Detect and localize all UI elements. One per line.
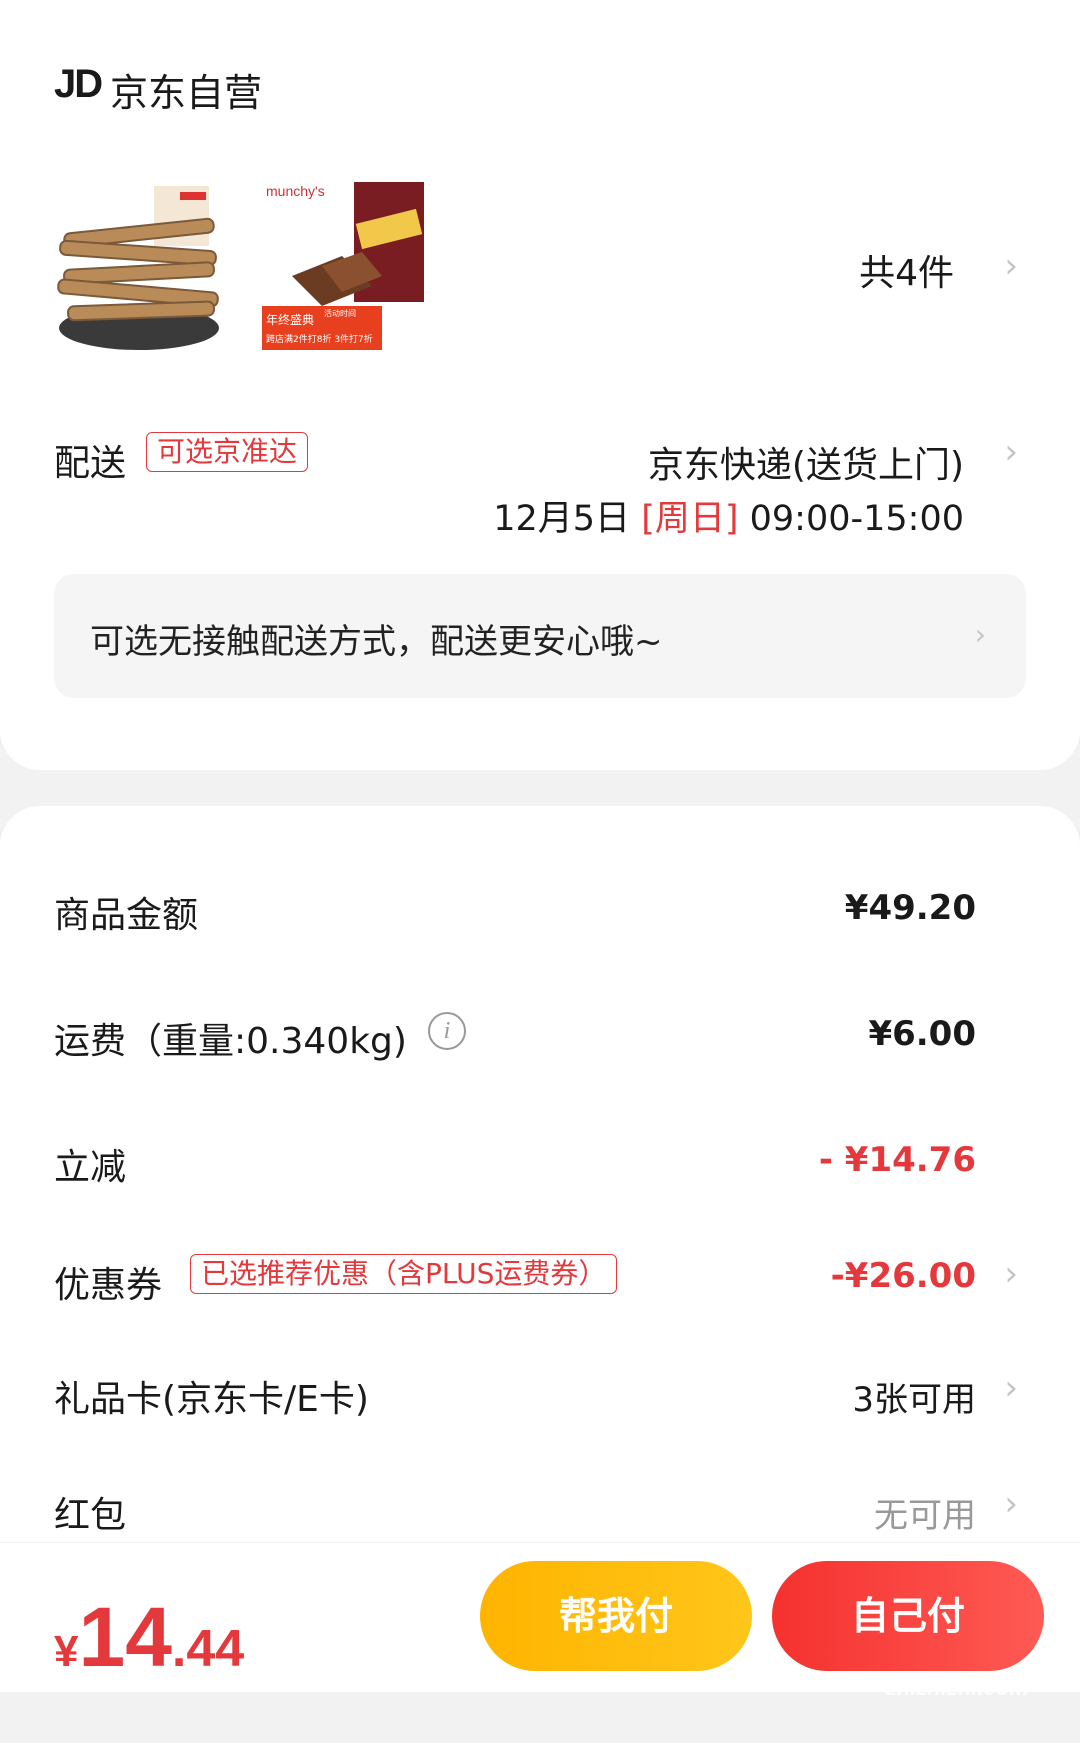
giftcard-value[interactable]: 3张可用 (852, 1372, 976, 1421)
coupon-label: 优惠券 (54, 1265, 163, 1306)
self-pay-button[interactable]: 自己付 zhizhizhi.com (772, 1561, 1044, 1700)
coupon-value[interactable]: -¥26.00 (831, 1256, 976, 1296)
price-summary-card: 商品金额 ¥49.20 运费（重量:0.340kg) i ¥6.00 立减 - … (0, 806, 1080, 1566)
promo-line1: 年终盛典 (266, 312, 314, 327)
redpacket-label: 红包 (54, 1495, 127, 1536)
discount-value: - ¥14.76 (818, 1140, 976, 1180)
price-decimal: .44 (171, 1620, 245, 1678)
freight-value: ¥6.00 (868, 1014, 976, 1054)
giftcard-label: 礼品卡(京东卡/E卡) (54, 1379, 369, 1420)
chevron-right-icon[interactable]: › (1004, 432, 1018, 472)
price-integer: 14 (78, 1590, 172, 1684)
contactless-delivery-notice[interactable]: 可选无接触配送方式，配送更安心哦~ › (54, 574, 1026, 698)
delivery-time[interactable]: 12月5日 [周日] 09:00-15:00 (493, 490, 964, 541)
delivery-hours: 09:00-15:00 (749, 499, 964, 539)
store-name: 京东自营 (110, 71, 263, 115)
delivery-date: 12月5日 (493, 499, 631, 539)
discount-label: 立减 (54, 1147, 127, 1188)
info-icon[interactable]: i (428, 1012, 466, 1050)
item-count[interactable]: 共4件 (859, 244, 954, 296)
goods-amount-value: ¥49.20 (844, 888, 976, 928)
coupon-tag[interactable]: 已选推荐优惠（含PLUS运费券） (190, 1254, 618, 1294)
shipping-method[interactable]: 京东快递(送货上门) (648, 436, 964, 488)
chevron-right-icon[interactable]: › (1004, 246, 1018, 286)
product-thumbnail-1[interactable] (54, 176, 224, 356)
jd-logo: JD (54, 62, 103, 106)
self-pay-label: 自己付 (850, 1594, 965, 1638)
chevron-right-icon[interactable]: › (1004, 1484, 1018, 1524)
delivery-label: 配送 (54, 443, 127, 484)
currency-symbol: ¥ (54, 1627, 79, 1676)
goods-amount-label: 商品金额 (54, 895, 199, 936)
chevron-right-icon: › (974, 618, 986, 651)
promo-line3: 跨店满2件打8折 3件打7折 (266, 333, 373, 345)
watermark: zhizhizhi.com (885, 1675, 1028, 1700)
chevron-right-icon[interactable]: › (1004, 1368, 1018, 1408)
chevron-right-icon[interactable]: › (1004, 1254, 1018, 1294)
promo-line2: 活动时间 (324, 308, 356, 318)
product-thumbnail-2[interactable]: munchy's 年终盛典 活动时间 跨店满2件打8折 3件打7折 (262, 176, 432, 356)
store-card: JD 京东自营 munchy's 年终盛典 活动时间 跨店满2件打8折 3件打7… (0, 0, 1080, 770)
total-price: ¥14.44 (54, 1595, 244, 1679)
redpacket-value[interactable]: 无可用 (874, 1488, 976, 1537)
notice-text: 可选无接触配送方式，配送更安心哦~ (90, 622, 663, 662)
delivery-weekday: [周日] (641, 499, 739, 539)
help-pay-button[interactable]: 帮我付 (480, 1561, 752, 1671)
freight-label: 运费（重量:0.340kg) (54, 1021, 407, 1062)
payment-bar: ¥14.44 帮我付 自己付 zhizhizhi.com (0, 1542, 1080, 1700)
jingzhunda-tag[interactable]: 可选京准达 (146, 432, 309, 472)
svg-text:munchy's: munchy's (266, 183, 325, 199)
